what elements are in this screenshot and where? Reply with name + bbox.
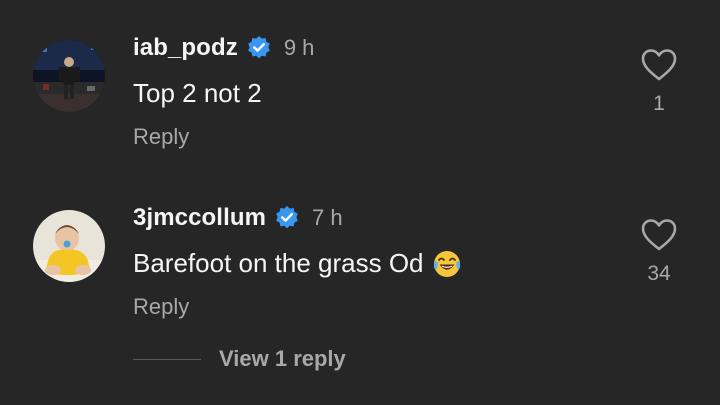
- comment-text: Barefoot on the grass Od: [133, 248, 462, 279]
- timestamp: 7 h: [312, 205, 343, 230]
- view-replies-label[interactable]: View 1 reply: [219, 346, 346, 372]
- avatar[interactable]: [33, 210, 105, 282]
- like-count: 34: [647, 262, 671, 285]
- avatar[interactable]: [33, 40, 105, 112]
- username[interactable]: iab_podz: [133, 34, 238, 62]
- comment-item: 3jmccollum 7 h Barefoot on the grass Od: [0, 170, 720, 405]
- reply-button[interactable]: Reply: [133, 124, 189, 150]
- view-replies-divider: [133, 358, 201, 360]
- reply-button[interactable]: Reply: [133, 294, 189, 320]
- comment-text-content: Barefoot on the grass Od: [133, 248, 424, 278]
- comment-text-content: Top 2 not 2: [133, 78, 262, 108]
- verified-badge-icon: [246, 35, 272, 61]
- heart-icon[interactable]: [640, 218, 678, 252]
- view-replies-button[interactable]: View 1 reply: [133, 346, 346, 372]
- like-count: 1: [653, 92, 665, 115]
- like-area: 34: [638, 218, 680, 286]
- timestamp: 9 h: [283, 35, 315, 60]
- comments-section: iab_podz 9 h Top 2 not 2 Reply 1 3jmccol…: [0, 0, 720, 405]
- comment-header: 3jmccollum 7 h: [133, 201, 343, 235]
- comment-header: iab_podz 9 h: [133, 31, 314, 65]
- username[interactable]: 3jmccollum: [133, 204, 266, 232]
- comment-item: iab_podz 9 h Top 2 not 2 Reply 1: [0, 0, 720, 170]
- like-area: 1: [638, 48, 680, 116]
- face-with-tears-of-joy-icon: [432, 249, 462, 279]
- stage-performer-avatar-icon: [33, 40, 105, 112]
- verified-badge-icon: [274, 205, 300, 231]
- comment-text: Top 2 not 2: [133, 78, 262, 109]
- heart-icon[interactable]: [640, 48, 678, 82]
- baby-yellow-outfit-avatar-icon: [33, 210, 105, 282]
